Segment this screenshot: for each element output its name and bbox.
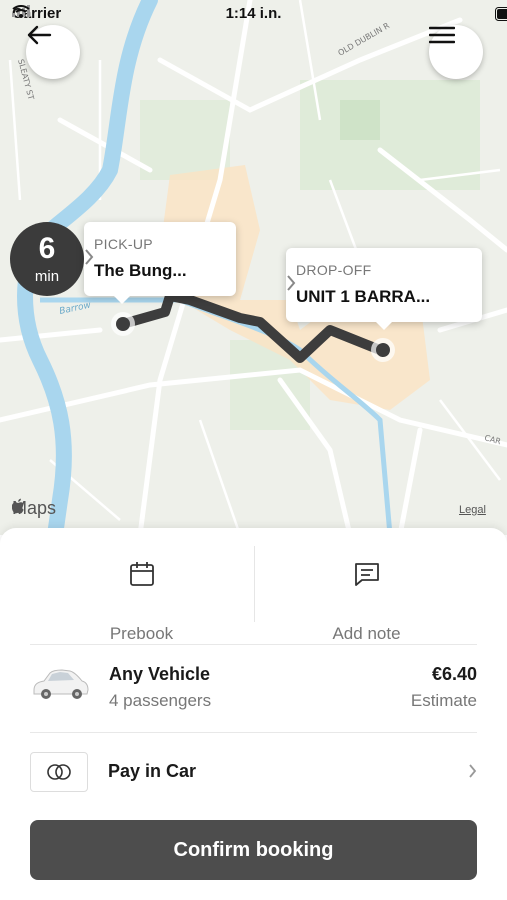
payment-method-row[interactable]: Pay in Car: [30, 750, 477, 794]
maps-attribution: Maps: [12, 498, 56, 519]
chevron-right-icon: [287, 275, 296, 291]
vehicle-passengers: 4 passengers: [109, 691, 212, 710]
map[interactable]: SLEATY ST OLD DUBLIN R Barrow CAR Carrie…: [0, 0, 507, 535]
cash-icon: [30, 752, 88, 792]
eta-unit: min: [34, 268, 60, 285]
calendar-icon: [130, 562, 154, 586]
street-label: CAR: [483, 433, 502, 446]
chevron-right-icon: [85, 249, 94, 265]
dropoff-label: DROP-OFF: [296, 262, 372, 278]
pickup-label: PICK-UP: [94, 236, 153, 252]
chevron-right-icon: [469, 764, 477, 778]
prebook-label: Prebook: [109, 624, 174, 643]
back-button[interactable]: [26, 25, 80, 79]
legal-link[interactable]: Legal: [459, 504, 486, 516]
add-note-button[interactable]: Add note: [240, 548, 493, 648]
car-icon: [33, 669, 89, 699]
eta-badge: 6 min: [10, 222, 84, 296]
river-label: Barrow: [59, 300, 93, 317]
hamburger-menu-icon: [429, 26, 455, 44]
note-icon: [355, 563, 379, 586]
clock: 1:14 i.n.: [225, 5, 282, 22]
fare-estimate-label: Estimate: [410, 691, 477, 710]
vehicle-name: Any Vehicle: [109, 664, 211, 684]
dropoff-card[interactable]: DROP-OFF UNIT 1 BARRA...: [286, 248, 482, 330]
payment-label: Pay in Car: [108, 761, 197, 781]
pickup-value: The Bung...: [94, 261, 187, 280]
eta-value: 6: [38, 232, 56, 265]
dropoff-value: UNIT 1 BARRA...: [296, 287, 431, 306]
add-note-label: Add note: [332, 624, 401, 643]
back-arrow-icon: [27, 25, 52, 45]
prebook-button[interactable]: Prebook: [15, 548, 268, 648]
confirm-booking-button[interactable]: Confirm booking: [30, 820, 477, 880]
menu-button[interactable]: [429, 25, 483, 79]
divider: [30, 644, 477, 645]
booking-sheet: Prebook Add note Any Vehicle 4 passenger…: [0, 528, 507, 900]
fare-price: €6.40: [431, 664, 477, 684]
status-bar: Carrier 1:14 i.n.: [0, 0, 507, 28]
apple-icon: [12, 498, 24, 514]
pickup-card[interactable]: PICK-UP The Bung...: [84, 222, 236, 304]
divider: [30, 732, 477, 733]
